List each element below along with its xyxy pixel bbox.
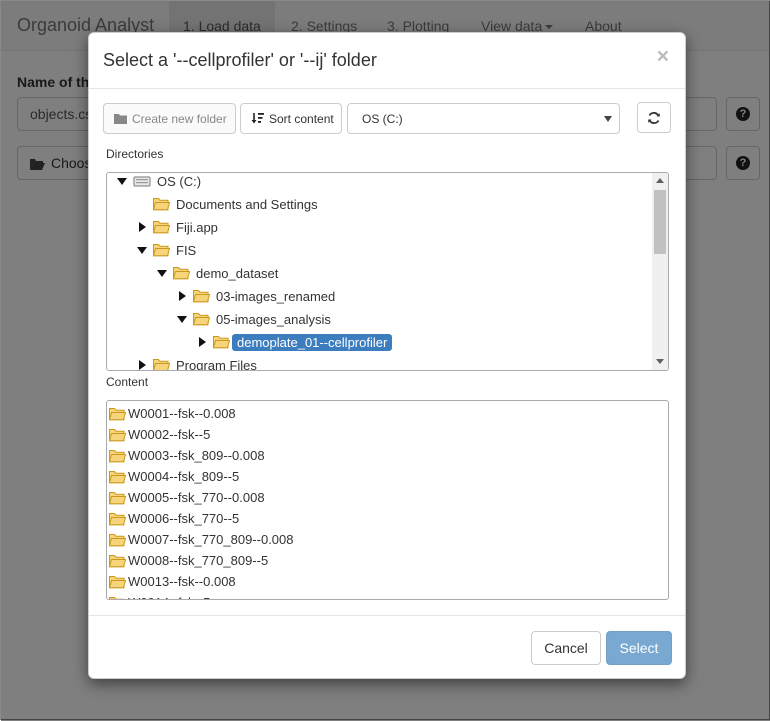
tree-item[interactable]: 03-images_renamed xyxy=(175,286,335,306)
close-icon[interactable]: × xyxy=(657,45,669,69)
caret-right-icon[interactable] xyxy=(135,358,149,370)
content-item[interactable]: W0003--fsk_809--0.008 xyxy=(109,445,265,466)
create-new-folder-button[interactable]: Create new folder xyxy=(103,103,236,134)
content-item-label: W0013--fsk--0.008 xyxy=(128,574,236,589)
caret-down-icon[interactable] xyxy=(135,243,149,257)
content-item-label: W0006--fsk_770--5 xyxy=(128,511,240,526)
content-label: Content xyxy=(106,375,149,389)
folder-icon xyxy=(213,335,230,349)
refresh-button[interactable] xyxy=(637,102,671,133)
folder-select-dialog: Select a '--cellprofiler' or '--ij' fold… xyxy=(88,32,686,679)
caret-down-icon[interactable] xyxy=(175,312,189,326)
caret-right-icon[interactable] xyxy=(195,335,209,349)
tree-item[interactable]: Program Files xyxy=(135,355,257,371)
tree-scrollbar[interactable] xyxy=(652,173,668,370)
dialog-header: Select a '--cellprofiler' or '--ij' fold… xyxy=(89,33,685,89)
dialog-footer: Cancel Select xyxy=(89,615,685,678)
folder-icon xyxy=(109,554,126,568)
directories-label: Directories xyxy=(106,147,164,161)
folder-icon xyxy=(193,312,210,326)
caret-down-icon[interactable] xyxy=(155,266,169,280)
folder-icon xyxy=(109,596,126,599)
tree-item[interactable]: FIS xyxy=(135,240,196,260)
folder-icon xyxy=(109,491,126,505)
folder-icon xyxy=(153,197,170,211)
content-item-label: W0001--fsk--0.008 xyxy=(128,406,236,421)
content-item-label: W0003--fsk_809--0.008 xyxy=(128,448,265,463)
tree-item[interactable]: Documents and Settings xyxy=(135,194,318,214)
folder-icon xyxy=(109,407,126,421)
content-item[interactable]: W0002--fsk--5 xyxy=(109,424,210,445)
folder-icon xyxy=(109,449,126,463)
folder-icon xyxy=(109,512,126,526)
chevron-down-icon xyxy=(604,116,612,122)
tree-item[interactable]: demoplate_01--cellprofiler xyxy=(195,332,393,352)
tree-item-label[interactable]: demo_dataset xyxy=(196,266,278,281)
folder-icon xyxy=(109,428,126,442)
folder-icon xyxy=(193,289,210,303)
scrollbar-thumb[interactable] xyxy=(654,190,666,254)
folder-icon xyxy=(153,220,170,234)
tree-item-label[interactable]: 03-images_renamed xyxy=(216,289,335,304)
folder-icon xyxy=(109,575,126,589)
scroll-up-icon[interactable] xyxy=(656,178,664,183)
folder-icon xyxy=(109,533,126,547)
cancel-button[interactable]: Cancel xyxy=(531,631,601,665)
refresh-icon xyxy=(647,111,661,125)
caret-down-icon[interactable] xyxy=(115,174,129,188)
content-item[interactable]: W0004--fsk_809--5 xyxy=(109,466,239,487)
content-item[interactable]: W0008--fsk_770_809--5 xyxy=(109,550,268,571)
content-item[interactable]: W0005--fsk_770--0.008 xyxy=(109,487,265,508)
tree-item-label[interactable]: 05-images_analysis xyxy=(216,312,331,327)
folder-icon xyxy=(114,113,127,124)
sort-icon xyxy=(251,112,264,125)
content-item-label: W0014--fsk--5 xyxy=(128,595,210,599)
content-item[interactable]: W0006--fsk_770--5 xyxy=(109,508,239,529)
create-new-folder-label: Create new folder xyxy=(132,111,227,126)
tree-item-label[interactable]: demoplate_01--cellprofiler xyxy=(232,333,393,351)
tree-item-label[interactable]: OS (C:) xyxy=(157,174,201,189)
tree-item-label[interactable]: FIS xyxy=(176,243,196,258)
tree-item-label[interactable]: Program Files xyxy=(176,358,257,371)
tree-item[interactable]: OS (C:) xyxy=(115,173,201,191)
caret-right-icon[interactable] xyxy=(135,220,149,234)
content-item[interactable]: W0007--fsk_770_809--0.008 xyxy=(109,529,294,550)
content-item-label: W0004--fsk_809--5 xyxy=(128,469,240,484)
select-button[interactable]: Select xyxy=(606,631,672,665)
tree-item[interactable]: demo_dataset xyxy=(155,263,278,283)
content-item-label: W0005--fsk_770--0.008 xyxy=(128,490,265,505)
scroll-down-icon[interactable] xyxy=(656,359,664,364)
dialog-title: Select a '--cellprofiler' or '--ij' fold… xyxy=(103,50,377,70)
sort-content-label: Sort content xyxy=(269,111,334,126)
content-item[interactable]: W0014--fsk--5 xyxy=(109,592,210,599)
caret-right-icon[interactable] xyxy=(175,289,189,303)
directory-tree[interactable]: OS (C:) Documents and Settings Fiji.app FIS… xyxy=(106,172,669,371)
drive-select[interactable]: OS (C:) xyxy=(347,103,620,134)
content-item-label: W0002--fsk--5 xyxy=(128,427,211,442)
folder-icon xyxy=(109,470,126,484)
tree-item-label[interactable]: Fiji.app xyxy=(176,220,218,235)
toggle-spacer xyxy=(135,197,149,211)
tree-item[interactable]: 05-images_analysis xyxy=(175,309,331,329)
drive-icon xyxy=(133,175,151,187)
content-list[interactable]: W0001--fsk--0.008 W0002--fsk--5 W0003--fsk… xyxy=(106,400,669,600)
sort-content-button[interactable]: Sort content xyxy=(240,103,342,134)
content-item[interactable]: W0013--fsk--0.008 xyxy=(109,571,236,592)
content-item[interactable]: W0001--fsk--0.008 xyxy=(109,403,236,424)
folder-icon xyxy=(173,266,190,280)
tree-item-label[interactable]: Documents and Settings xyxy=(176,197,318,212)
drive-select-value: OS (C:) xyxy=(362,112,403,126)
content-item-label: W0008--fsk_770_809--5 xyxy=(128,553,269,568)
content-item-label: W0007--fsk_770_809--0.008 xyxy=(128,532,294,547)
folder-icon xyxy=(153,358,170,370)
folder-icon xyxy=(153,243,170,257)
tree-item[interactable]: Fiji.app xyxy=(135,217,218,237)
